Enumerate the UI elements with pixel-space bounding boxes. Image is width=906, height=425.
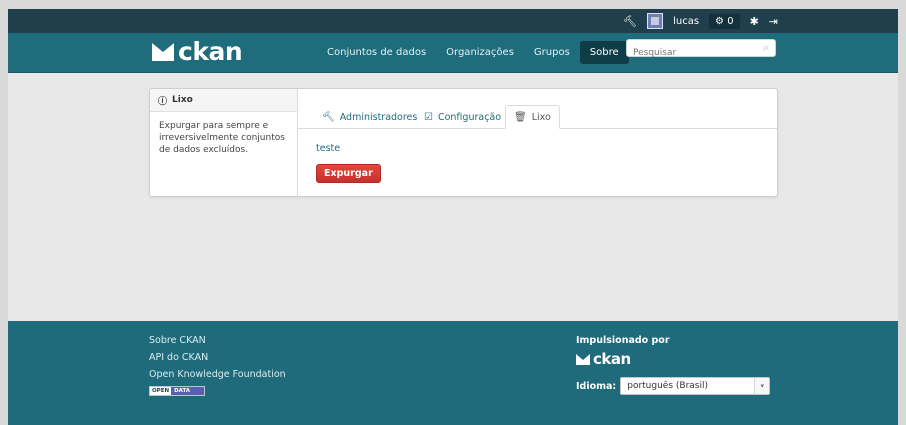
attribution: Impulsionado por ckan Idioma: português … [576, 335, 771, 395]
dashboard-icon: ⚙︎ [715, 15, 724, 27]
nav-groups[interactable]: Grupos [524, 41, 580, 64]
tab-label: Configuração [437, 112, 502, 123]
badge-open: OPEN [150, 387, 172, 395]
footer: Sobre CKAN API do CKAN Open Knowledge Fo… [8, 321, 898, 425]
tab-label: Lixo [531, 111, 551, 123]
ckan-envelope-icon [152, 42, 174, 61]
powered-by-label: Impulsionado por [576, 335, 670, 346]
tab-configuration[interactable]: ☑ Configuração [416, 107, 509, 128]
account-bar: 🔨︎ lucas ⚙︎ 0 ✱ ⇥ [8, 9, 898, 33]
tab-label: Administradores [339, 112, 418, 123]
masthead: ckan Conjuntos de dados Organizações Gru… [8, 33, 898, 73]
language-selected: português (Brasil) [627, 381, 708, 391]
open-data-badge[interactable]: OPEN DATA [149, 386, 205, 396]
logo-text: ckan [178, 37, 243, 66]
nav-datasets[interactable]: Conjuntos de dados [317, 41, 436, 64]
sidebar-header: ⓘ Lixo [150, 89, 297, 112]
tab-bar: 🔨︎ Administradores ☑ Configuração 🗑︎ Lix… [298, 89, 777, 129]
footer-ckan-logo[interactable]: ckan [576, 350, 770, 368]
footer-logo-text: ckan [593, 350, 631, 368]
tab-trash[interactable]: 🗑︎ Lixo [505, 105, 560, 129]
logout-icon[interactable]: ⇥ [769, 15, 778, 28]
avatar[interactable] [647, 13, 664, 29]
footer-links: Sobre CKAN API do CKAN Open Knowledge Fo… [149, 335, 286, 396]
sidebar: ⓘ Lixo Expurgar para sempre e irreversiv… [150, 89, 298, 196]
account-items: 🔨︎ lucas ⚙︎ 0 ✱ ⇥ [623, 9, 778, 33]
search-box: ⌕ [626, 39, 776, 61]
hammer-icon: 🔨︎ [322, 112, 335, 123]
ckan-logo[interactable]: ckan [152, 37, 243, 66]
language-label: Idioma: [576, 380, 617, 392]
chevron-down-icon: ▾ [754, 378, 770, 394]
page: 🔨︎ lucas ⚙︎ 0 ✱ ⇥ ckan Conjuntos de dado… [8, 9, 898, 425]
search-icon[interactable]: ⌕ [763, 41, 769, 55]
trash-item-link[interactable]: teste [316, 143, 381, 154]
main-nav: Conjuntos de dados Organizações Grupos S… [317, 41, 629, 64]
nav-organizations[interactable]: Organizações [436, 41, 524, 64]
info-icon: ⓘ [158, 96, 168, 107]
tab-administrators[interactable]: 🔨︎ Administradores [314, 107, 425, 128]
admin-hammer-icon[interactable]: 🔨︎ [623, 15, 637, 28]
footer-link-api[interactable]: API do CKAN [149, 352, 286, 363]
footer-link-okf[interactable]: Open Knowledge Foundation [149, 369, 286, 380]
activity-count: 0 [727, 15, 734, 27]
search-input[interactable] [627, 45, 759, 61]
language-select[interactable]: português (Brasil) ▾ [620, 377, 771, 395]
admin-card: ⓘ Lixo Expurgar para sempre e irreversiv… [149, 88, 778, 197]
activity-stream-button[interactable]: ⚙︎ 0 [709, 13, 740, 29]
footer-link-about[interactable]: Sobre CKAN [149, 335, 286, 346]
nav-about[interactable]: Sobre [579, 41, 629, 64]
username-link[interactable]: lucas [673, 16, 699, 27]
badge-data: DATA [171, 387, 204, 395]
ckan-envelope-icon [576, 353, 590, 365]
primary-content: 🔨︎ Administradores ☑ Configuração 🗑︎ Lix… [298, 89, 777, 196]
purge-button[interactable]: Expurgar [316, 164, 381, 183]
check-square-icon: ☑ [424, 112, 433, 123]
language-row: Idioma: português (Brasil) ▾ [576, 377, 771, 395]
sidebar-description: Expurgar para sempre e irreversivelmente… [159, 121, 285, 155]
trash-list: teste Expurgar [316, 143, 381, 183]
settings-gear-icon[interactable]: ✱ [750, 15, 759, 28]
trash-icon: 🗑︎ [514, 111, 527, 123]
sidebar-title: Lixo [172, 95, 193, 105]
